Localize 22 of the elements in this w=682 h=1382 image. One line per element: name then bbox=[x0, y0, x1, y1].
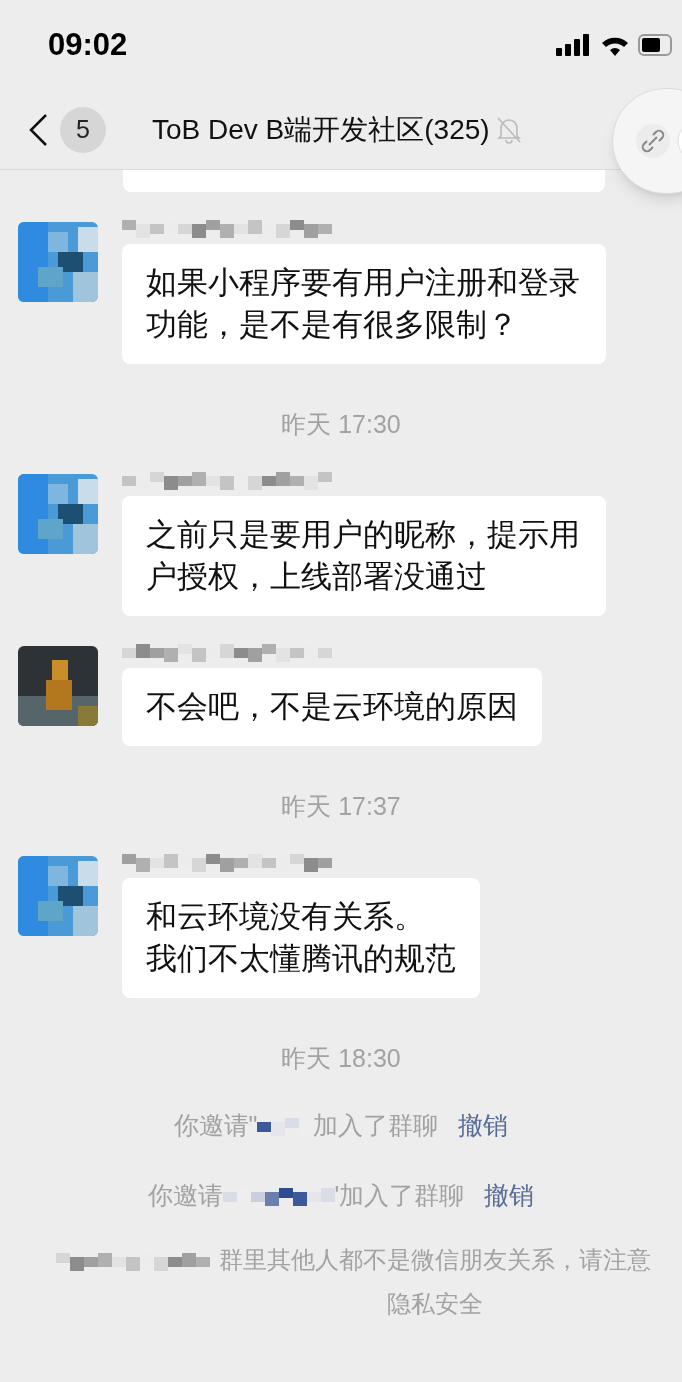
privacy-notice: 群里其他人都不是微信朋友关系，请注意隐私安全 bbox=[218, 1245, 652, 1319]
timestamp: 昨天 17:37 bbox=[281, 791, 401, 822]
timestamp: 昨天 18:30 bbox=[281, 1043, 401, 1074]
message-text: 之前只是要用户的昵称，提示用户授权，上线部署没通过 bbox=[146, 516, 581, 596]
timestamp: 昨天 17:30 bbox=[281, 409, 401, 440]
back-icon[interactable] bbox=[28, 112, 48, 147]
system-text: 加入了群聊 bbox=[313, 1110, 439, 1142]
message-text: 如果小程序要有用户注册和登录功能，是不是有很多限制？ bbox=[146, 264, 581, 344]
message-text: 和云环境没有关系。 bbox=[146, 898, 425, 936]
message-text: 不会吧，不是云环境的原因 bbox=[146, 688, 518, 726]
signal-icon bbox=[556, 34, 592, 56]
chat-title: ToB Dev B端开发社区(325) bbox=[152, 112, 490, 147]
revoke-link[interactable]: 撤销 bbox=[484, 1177, 535, 1215]
system-text: 你邀请 bbox=[147, 1180, 223, 1212]
battery-icon bbox=[638, 34, 672, 56]
link-icon[interactable] bbox=[635, 123, 671, 159]
message-text: 我们不太懂腾讯的规范 bbox=[146, 940, 456, 978]
revoke-link[interactable]: 撤销 bbox=[458, 1107, 509, 1145]
status-time: 09:02 bbox=[48, 25, 128, 64]
unread-badge: 5 bbox=[60, 106, 106, 153]
system-text: '加入了群聊 bbox=[334, 1180, 465, 1212]
system-text: 你邀请" bbox=[173, 1110, 258, 1142]
